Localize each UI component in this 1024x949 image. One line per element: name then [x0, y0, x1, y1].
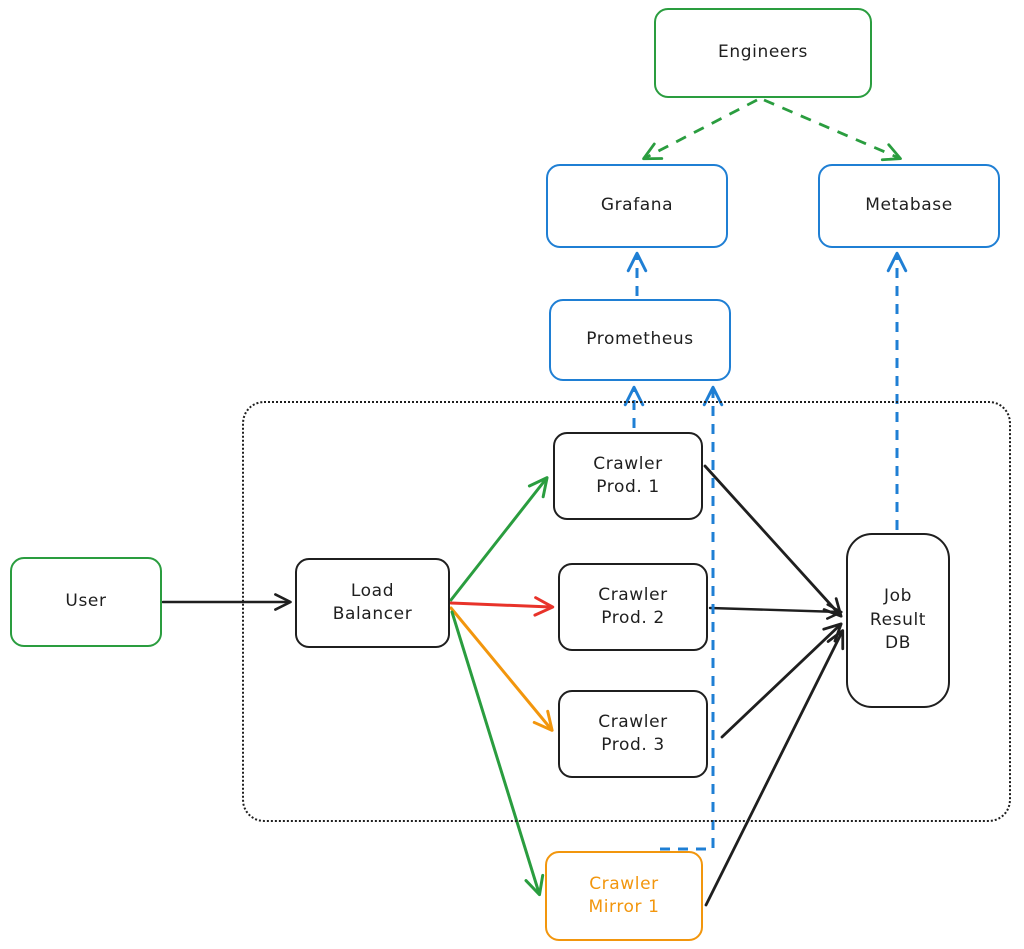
node-crawler-prod-3[interactable]: Crawler Prod. 3 [558, 690, 708, 778]
node-load-balancer[interactable]: Load Balancer [295, 558, 450, 648]
diagram-canvas: User Load Balancer Crawler Prod. 1 Crawl… [0, 0, 1024, 949]
node-metabase[interactable]: Metabase [818, 164, 1000, 248]
node-crawler-prod-1[interactable]: Crawler Prod. 1 [553, 432, 703, 520]
node-job-result-db-label: Job Result DB [869, 586, 927, 654]
node-user-label: User [65, 591, 107, 612]
node-crawler-prod-2[interactable]: Crawler Prod. 2 [558, 563, 708, 651]
node-prometheus-label: Prometheus [586, 329, 694, 350]
node-crawler-prod-1-label: Crawler Prod. 1 [593, 453, 663, 497]
edge-engineers-to-metabase [763, 98, 902, 162]
node-job-result-db[interactable]: Job Result DB [846, 533, 950, 708]
node-crawler-mirror-1-label: Crawler Mirror 1 [588, 873, 660, 917]
node-grafana-label: Grafana [600, 195, 674, 216]
node-prometheus[interactable]: Prometheus [549, 299, 731, 381]
node-crawler-mirror-1[interactable]: Crawler Mirror 1 [545, 851, 703, 941]
node-load-balancer-label: Load Balancer [332, 580, 413, 624]
node-crawler-prod-3-label: Crawler Prod. 3 [598, 711, 668, 755]
node-engineers[interactable]: Engineers [654, 8, 872, 98]
node-crawler-prod-2-label: Crawler Prod. 2 [598, 584, 668, 628]
node-engineers-label: Engineers [718, 42, 808, 63]
edge-engineers-to-grafana [642, 98, 758, 161]
node-user[interactable]: User [10, 557, 162, 647]
node-metabase-label: Metabase [865, 195, 953, 216]
node-grafana[interactable]: Grafana [546, 164, 728, 248]
